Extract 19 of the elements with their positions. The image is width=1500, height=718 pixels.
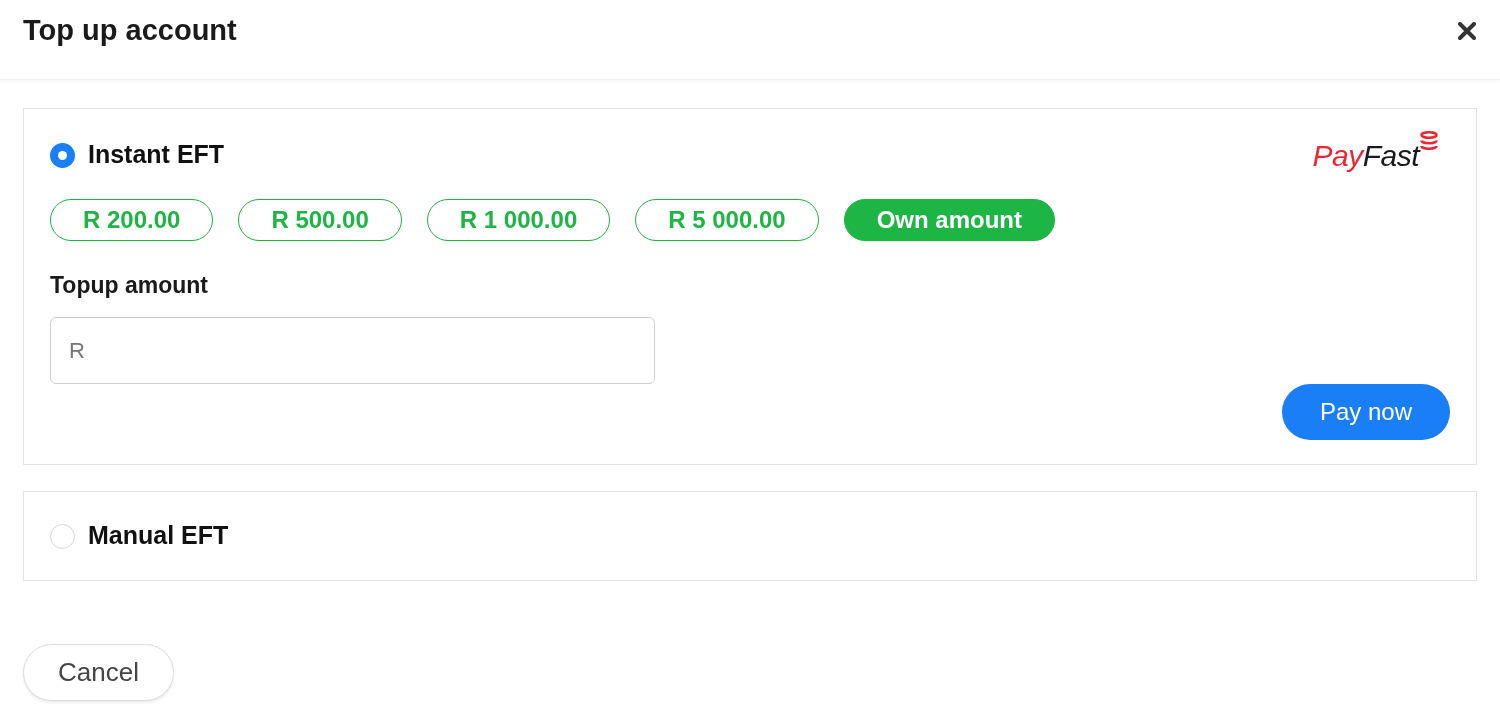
coin-stack-icon bbox=[1420, 130, 1438, 151]
payment-option-label[interactable]: Instant EFT bbox=[88, 136, 225, 174]
amount-chip[interactable]: R 200.00 bbox=[50, 199, 214, 241]
pay-now-button[interactable]: Pay now bbox=[1281, 384, 1450, 440]
logo-word: Fast bbox=[1362, 137, 1419, 174]
payment-option-label[interactable]: Manual EFT bbox=[88, 517, 229, 555]
cancel-button[interactable]: Cancel bbox=[23, 644, 174, 701]
amount-chip[interactable]: R 1 000.00 bbox=[426, 199, 611, 241]
amount-chip[interactable]: R 5 000.00 bbox=[635, 199, 819, 241]
dialog-title: Top up account bbox=[23, 13, 237, 49]
close-button[interactable] bbox=[1456, 20, 1478, 42]
close-icon bbox=[1458, 22, 1476, 40]
radio-button[interactable] bbox=[50, 523, 75, 549]
logo-word: Pay bbox=[1312, 137, 1363, 174]
amount-chip[interactable]: R 500.00 bbox=[238, 199, 402, 241]
radio-button[interactable] bbox=[50, 142, 75, 168]
amount-chip[interactable]: Own amount bbox=[843, 199, 1055, 241]
field-label: Topup amount bbox=[50, 271, 208, 300]
amount-input-field[interactable]: R bbox=[50, 317, 655, 384]
